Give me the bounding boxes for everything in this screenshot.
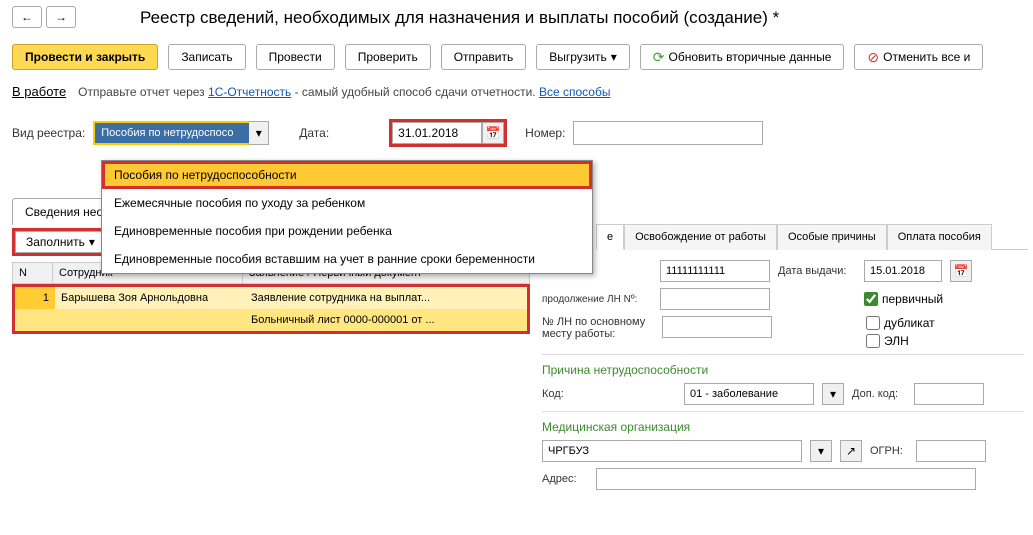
kind-combobox[interactable]: ▾ xyxy=(93,121,269,145)
tab-r-0[interactable]: е xyxy=(596,224,624,250)
ogrn-label: ОГРН: xyxy=(870,445,908,457)
med-dropdown[interactable]: ▾ xyxy=(810,440,832,462)
back-button[interactable]: ← xyxy=(12,6,42,28)
address-input[interactable] xyxy=(596,468,976,490)
date-label: Дата: xyxy=(299,126,329,140)
primary-checkbox[interactable] xyxy=(864,292,878,306)
date-input[interactable] xyxy=(392,122,482,144)
table-row[interactable]: 1 Барышева Зоя Арнольдовна Заявление сот… xyxy=(15,287,527,309)
export-button[interactable]: Выгрузить▾ xyxy=(536,44,630,70)
issue-date-label: Дата выдачи: xyxy=(778,265,856,277)
dropdown-item[interactable]: Ежемесячные пособия по уходу за ребенком xyxy=(102,189,592,217)
med-org-input[interactable] xyxy=(542,440,802,462)
fill-button[interactable]: Заполнить▾ xyxy=(15,231,106,253)
address-label: Адрес: xyxy=(542,473,588,485)
calendar-icon: 📅 xyxy=(486,126,501,140)
tab-r-1[interactable]: Освобождение от работы xyxy=(624,224,777,250)
continuation-label: продолжение ЛН Nº: xyxy=(542,294,652,305)
status-state[interactable]: В работе xyxy=(12,84,66,99)
tab-r-2[interactable]: Особые причины xyxy=(777,224,887,250)
cancel-icon: ⊘ xyxy=(867,49,879,66)
calendar-icon: 📅 xyxy=(954,264,969,278)
code-input[interactable] xyxy=(684,383,814,405)
chevron-down-icon: ▾ xyxy=(256,126,262,140)
submit-button[interactable]: Провести xyxy=(256,44,335,70)
kind-dropdown-menu: Пособия по нетрудоспособности Ежемесячны… xyxy=(101,160,593,274)
kind-dropdown-button[interactable]: ▾ xyxy=(249,121,269,145)
med-section-title: Медицинская организация xyxy=(542,420,1024,434)
all-methods-link[interactable]: Все способы xyxy=(539,85,611,99)
tab-r-3[interactable]: Оплата пособия xyxy=(887,224,992,250)
dropdown-item[interactable]: Пособия по нетрудоспособности xyxy=(102,161,592,189)
col-n: N xyxy=(13,263,53,284)
addcode-input[interactable] xyxy=(914,383,984,405)
ln-input[interactable] xyxy=(660,260,770,282)
calendar-button[interactable]: 📅 xyxy=(482,122,504,144)
cancel-all-button[interactable]: ⊘Отменить все и xyxy=(854,44,983,70)
chevron-down-icon: ▾ xyxy=(830,387,836,401)
open-icon: ↗ xyxy=(846,444,856,458)
code-label: Код: xyxy=(542,388,570,400)
submit-close-button[interactable]: Провести и закрыть xyxy=(12,44,158,70)
send-button[interactable]: Отправить xyxy=(441,44,527,70)
number-input[interactable] xyxy=(573,121,763,145)
forward-button[interactable]: → xyxy=(46,6,76,28)
chevron-down-icon: ▾ xyxy=(611,50,617,64)
issue-date-calendar[interactable]: 📅 xyxy=(950,260,972,282)
med-open[interactable]: ↗ xyxy=(840,440,862,462)
issue-date-input[interactable] xyxy=(864,260,942,282)
dropdown-item[interactable]: Единовременные пособия при рождении ребе… xyxy=(102,217,592,245)
status-hint: Отправьте отчет через 1С-Отчетность - са… xyxy=(78,85,610,99)
kind-field[interactable] xyxy=(93,121,269,145)
ln-main-input[interactable] xyxy=(662,316,772,338)
refresh-button[interactable]: ⟳Обновить вторичные данные xyxy=(640,44,845,70)
number-label: Номер: xyxy=(525,126,565,140)
continuation-input[interactable] xyxy=(660,288,770,310)
check-button[interactable]: Проверить xyxy=(345,44,431,70)
duplicate-checkbox[interactable] xyxy=(866,316,880,330)
dropdown-item[interactable]: Единовременные пособия вставшим на учет … xyxy=(102,245,592,273)
kind-label: Вид реестра: xyxy=(12,126,85,140)
eln-checkbox[interactable] xyxy=(866,334,880,348)
ogrn-input[interactable] xyxy=(916,440,986,462)
code-dropdown[interactable]: ▾ xyxy=(822,383,844,405)
ln-main-label: № ЛН по основному месту работы: xyxy=(542,316,654,340)
chevron-down-icon: ▾ xyxy=(818,444,824,458)
table-row[interactable]: Больничный лист 0000-000001 от ... xyxy=(15,309,527,331)
addcode-label: Доп. код: xyxy=(852,388,906,400)
reporting-link[interactable]: 1С-Отчетность xyxy=(208,85,291,99)
reason-section-title: Причина нетрудоспособности xyxy=(542,363,1024,377)
page-title: Реестр сведений, необходимых для назначе… xyxy=(140,6,779,28)
refresh-icon: ⟳ xyxy=(653,49,665,66)
save-button[interactable]: Записать xyxy=(168,44,245,70)
chevron-down-icon: ▾ xyxy=(89,235,95,249)
